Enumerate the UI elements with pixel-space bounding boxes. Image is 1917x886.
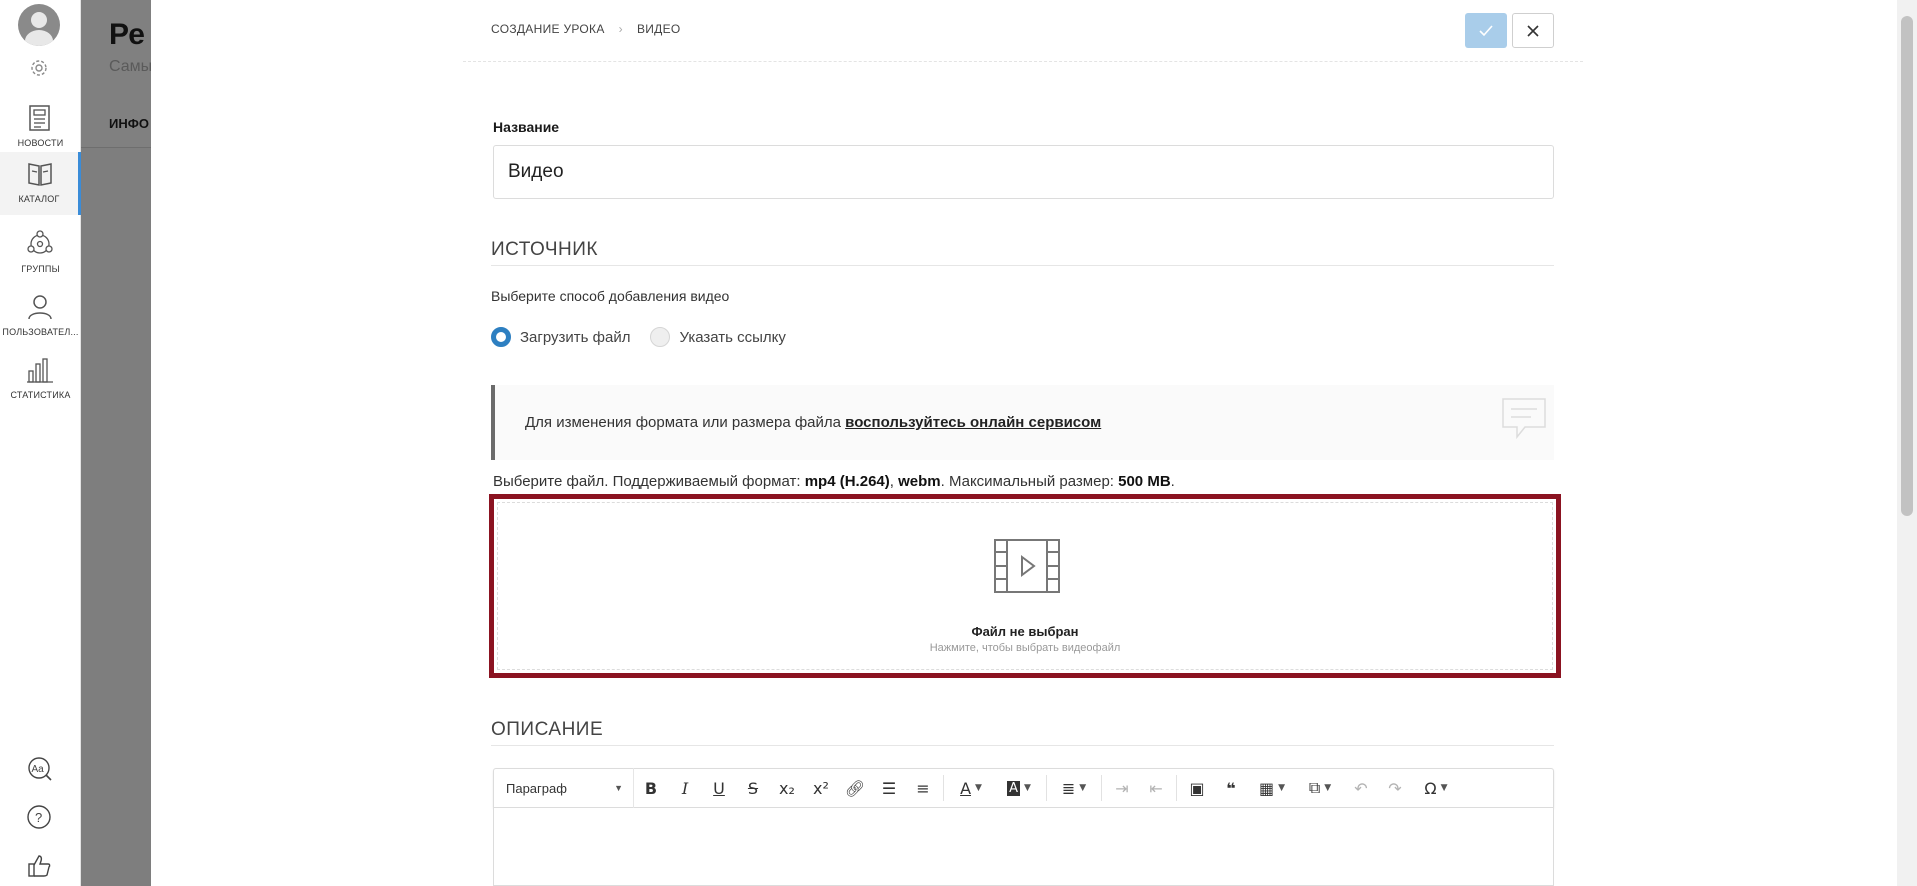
indent-icon[interactable]: ⇥ xyxy=(1105,768,1139,808)
dropzone-hint: Нажмите, чтобы выбрать видеофайл xyxy=(929,642,1121,654)
font-color-icon[interactable]: A ▼ xyxy=(947,768,995,808)
close-icon xyxy=(1527,24,1539,37)
editor-toolbar: Параграф ▼ B I U S x₂ x² 🔗︎ ☰ ≡ A ▼ A ▼ ≣ ▼… xyxy=(493,768,1554,808)
size-prefix: . Максимальный размер: xyxy=(940,473,1114,490)
undo-icon[interactable]: ↶ xyxy=(1344,768,1378,808)
scrollbar-thumb[interactable] xyxy=(1901,16,1913,516)
format-mp4: mp4 (H.264) xyxy=(804,473,890,490)
background-subtitle: Самы xyxy=(109,58,151,75)
toolbar-separator xyxy=(943,775,944,801)
svg-text:?: ? xyxy=(35,810,42,825)
svg-text:Aa: Aa xyxy=(32,764,45,775)
breadcrumb: СОЗДАНИЕ УРОКА › ВИДЕО xyxy=(491,22,681,36)
underline-icon[interactable]: U xyxy=(702,768,736,808)
book-icon xyxy=(28,163,52,186)
redo-icon[interactable]: ↷ xyxy=(1378,768,1412,808)
paragraph-select-label: Параграф xyxy=(506,780,567,796)
paragraph-select[interactable]: Параграф ▼ xyxy=(494,768,634,808)
size-value: 500 MB xyxy=(1118,473,1171,490)
video-dropzone[interactable]: Файл не выбран Нажмите, чтобы выбрать ви… xyxy=(489,494,1561,678)
online-service-link[interactable]: воспользуйтесь онлайн сервисом xyxy=(845,414,1101,431)
sidebar-item-label: ПОЛЬЗОВАТЕЛ... xyxy=(2,327,79,337)
sidebar-item-users[interactable]: ПОЛЬЗОВАТЕЛ... xyxy=(0,285,81,348)
size-suffix: . xyxy=(1170,473,1175,490)
file-format-hint: Выберите файл. Поддерживаемый формат: mp… xyxy=(493,473,1175,490)
save-button[interactable] xyxy=(1465,13,1507,48)
dropzone-title: Файл не выбран xyxy=(971,624,1079,639)
scrollbar[interactable] xyxy=(1897,0,1917,886)
upload-file-label[interactable]: Загрузить файл xyxy=(520,329,630,346)
sidebar-item-label: ГРУППЫ xyxy=(21,264,60,274)
bulleted-list-icon[interactable]: ☰ xyxy=(872,768,906,808)
info-text: Для изменения формата или размера файла … xyxy=(525,414,1101,431)
groups-icon xyxy=(27,230,53,254)
comment-icon xyxy=(1502,398,1546,439)
spellcheck-icon[interactable]: Aa xyxy=(26,755,52,781)
link-label[interactable]: Указать ссылку xyxy=(679,329,785,346)
video-file-icon xyxy=(994,539,1060,593)
name-input[interactable] xyxy=(493,145,1554,199)
highlight-color-icon[interactable]: A ▼ xyxy=(995,768,1043,808)
avatar[interactable] xyxy=(18,4,60,46)
bold-icon[interactable]: B xyxy=(634,768,668,808)
info-message: Для изменения формата или размера файла xyxy=(525,414,841,431)
breadcrumb-item-lesson[interactable]: СОЗДАНИЕ УРОКА xyxy=(491,22,605,36)
subscript-icon[interactable]: x₂ xyxy=(770,768,804,808)
section-divider xyxy=(491,265,1554,266)
numbered-list-icon[interactable]: ≡ xyxy=(906,768,940,808)
sidebar-item-groups[interactable]: ГРУППЫ xyxy=(0,222,81,285)
chevron-right-icon: › xyxy=(618,22,623,36)
sidebar-item-label: КАТАЛОГ xyxy=(18,194,60,204)
background-title: Ре xyxy=(109,18,145,51)
source-section-title: ИСТОЧНИК xyxy=(491,239,598,260)
format-separator: , xyxy=(889,473,894,490)
background-page: Ре Самы ИНФО xyxy=(81,0,151,886)
close-button[interactable] xyxy=(1512,13,1554,48)
user-icon xyxy=(28,295,52,320)
chevron-down-icon: ▼ xyxy=(614,783,623,793)
checkmark-icon xyxy=(1479,24,1493,36)
format-webm: webm xyxy=(898,473,941,490)
source-radio-group: Загрузить файл Указать ссылку xyxy=(491,327,806,347)
breadcrumb-item-video: ВИДЕО xyxy=(636,22,681,36)
link-radio[interactable] xyxy=(650,327,671,347)
outdent-icon[interactable]: ⇤ xyxy=(1139,768,1173,808)
background-tab: ИНФО xyxy=(109,116,149,131)
header-divider xyxy=(463,61,1583,62)
toolbar-separator xyxy=(1046,775,1047,801)
description-section-title: ОПИСАНИЕ xyxy=(491,719,604,740)
description-editor[interactable] xyxy=(493,808,1554,886)
source-hint: Выберите способ добавления видео xyxy=(491,288,730,304)
sidebar-item-catalog[interactable]: КАТАЛОГ xyxy=(0,152,81,215)
toolbar-separator xyxy=(1101,775,1102,801)
gear-icon[interactable] xyxy=(29,58,49,78)
sidebar-item-label: НОВОСТИ xyxy=(17,138,64,148)
info-notice: Для изменения формата или размера файла … xyxy=(491,385,1554,460)
newspaper-icon xyxy=(29,105,50,131)
sidebar-item-label: СТАТИСТИКА xyxy=(10,390,71,400)
bar-chart-icon xyxy=(27,358,53,383)
table-icon[interactable]: ▦ ▼ xyxy=(1248,768,1296,808)
upload-file-radio[interactable] xyxy=(491,327,511,347)
strikethrough-icon[interactable]: S xyxy=(736,768,770,808)
link-icon[interactable]: 🔗︎ xyxy=(838,768,872,808)
section-divider xyxy=(491,745,1554,746)
help-icon[interactable]: ? xyxy=(26,804,52,830)
superscript-icon[interactable]: x² xyxy=(804,768,838,808)
toolbar-separator xyxy=(1176,775,1177,801)
image-icon[interactable]: ▣ xyxy=(1180,768,1214,808)
embed-code-icon[interactable]: ⧉ ▼ xyxy=(1296,768,1344,808)
align-left-icon[interactable]: ≣ ▼ xyxy=(1050,768,1098,808)
sidebar-item-news[interactable]: НОВОСТИ xyxy=(0,96,81,159)
name-label: Название xyxy=(493,119,560,135)
special-characters-icon[interactable]: Ω ▼ xyxy=(1412,768,1460,808)
side-navigation: НОВОСТИ КАТАЛОГ ГРУППЫ ПОЛЬЗОВАТЕЛ... СТ… xyxy=(0,0,81,886)
italic-icon[interactable]: I xyxy=(668,768,702,808)
sidebar-item-statistics[interactable]: СТАТИСТИКА xyxy=(0,348,81,411)
format-prefix: Выберите файл. Поддерживаемый формат: xyxy=(493,473,801,490)
blockquote-icon[interactable]: ❝ xyxy=(1214,768,1248,808)
thumbs-up-icon[interactable] xyxy=(26,853,52,879)
